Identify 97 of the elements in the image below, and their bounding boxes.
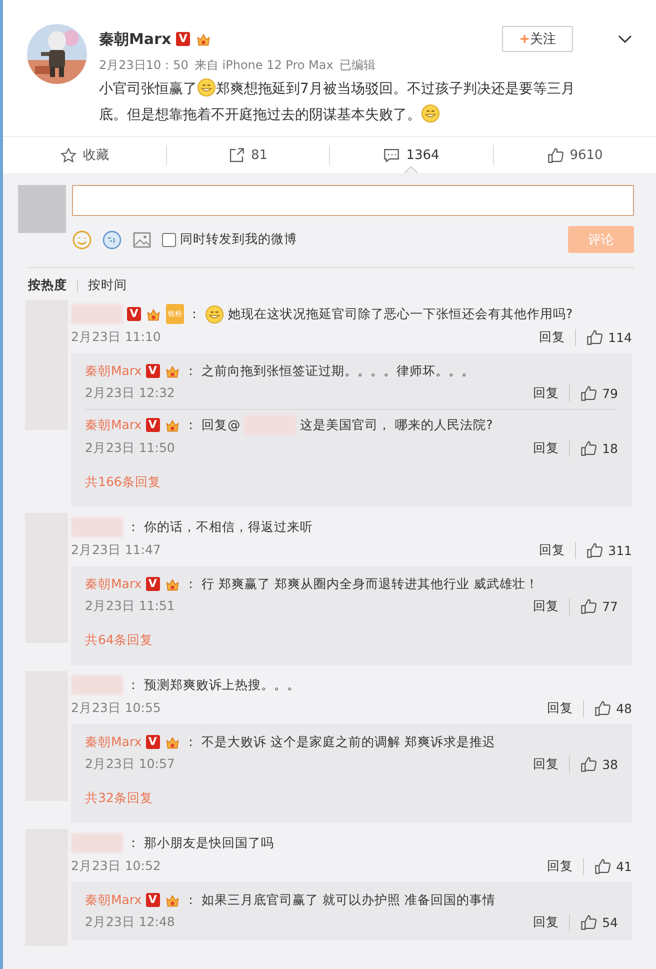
smiley-icon xyxy=(421,104,440,123)
name-separator: ： xyxy=(127,834,140,852)
verified-badge: V xyxy=(146,735,160,749)
fan-badge-icon xyxy=(145,306,162,322)
reply-link[interactable]: 回复 xyxy=(523,914,570,931)
reply-prefix: 回复@ xyxy=(202,416,240,434)
comment-text: 她现在这状况拖延官司除了恶心一下张恒还会有其他作用吗? xyxy=(228,305,573,323)
thumbs-up-icon[interactable] xyxy=(580,914,598,931)
post-time: 2月23日10：50 xyxy=(99,57,188,74)
smiley-icon xyxy=(197,78,216,97)
fan-badge-icon xyxy=(164,418,181,432)
reply-link[interactable]: 回复 xyxy=(537,858,584,875)
name-separator: ： xyxy=(184,575,198,593)
name-separator: ： xyxy=(184,416,198,434)
checkbox[interactable] xyxy=(162,232,176,246)
comment-text: 预测郑爽败诉上热搜。。。 xyxy=(144,676,300,694)
comment-icon xyxy=(383,146,400,164)
comment-input[interactable] xyxy=(72,185,634,216)
star-icon xyxy=(60,146,77,164)
reply-link[interactable]: 回复 xyxy=(523,756,570,773)
like-count: 41 xyxy=(616,859,632,874)
name-separator: ： xyxy=(188,305,201,323)
reply-link[interactable]: 回复 xyxy=(537,700,584,717)
repost-label: 同时转发到我的微博 xyxy=(180,231,297,248)
sort-tab[interactable]: 按时间 xyxy=(88,277,127,294)
post-source: 来自 iPhone 12 Pro Max xyxy=(194,57,334,74)
author-name[interactable]: 秦朝Marx xyxy=(99,30,172,48)
thumbs-up-icon[interactable] xyxy=(580,756,598,773)
name-separator: ： xyxy=(184,891,198,909)
like-count: 38 xyxy=(602,757,618,772)
verified-badge: V xyxy=(146,577,160,591)
like-count: 77 xyxy=(602,599,618,614)
comment-time: 2月23日 11:51 xyxy=(85,598,176,615)
follow-button[interactable]: +关注 xyxy=(502,26,573,52)
fan-badge-icon xyxy=(164,734,181,750)
edited-label: 已编辑 xyxy=(339,57,376,74)
verified-badge: V xyxy=(176,32,190,46)
reply-link[interactable]: 回复 xyxy=(523,598,570,615)
comment-action[interactable]: 1364 xyxy=(330,137,492,173)
comment-text: 你的话，不相信，得返过来听 xyxy=(144,518,313,536)
reply-link[interactable]: 回复 xyxy=(529,329,576,346)
reply-text: 如果三月底官司赢了 就可以办护照 准备回国的事情 xyxy=(202,891,496,909)
like-count: 54 xyxy=(602,915,618,930)
comment-time: 2月23日 10:57 xyxy=(85,756,176,773)
comment-time: 2月23日 10:55 xyxy=(71,700,162,717)
like-count: 311 xyxy=(608,543,632,558)
thumbs-up-icon[interactable] xyxy=(580,385,598,402)
comment-time: 2月23日 11:50 xyxy=(85,440,176,457)
name-separator: ： xyxy=(184,362,198,380)
share-action[interactable]: 81 xyxy=(166,137,329,173)
like-count: 114 xyxy=(608,330,632,345)
image-icon[interactable] xyxy=(132,230,152,250)
fan-badge-icon xyxy=(164,364,181,378)
chevron-down-icon[interactable] xyxy=(618,34,632,44)
fan-badge-icon xyxy=(195,32,212,46)
thumbs-up-icon[interactable] xyxy=(586,329,604,346)
thumbs-up-icon[interactable] xyxy=(594,858,612,875)
comment-text: 那小朋友是快回国了吗 xyxy=(144,834,274,852)
avatar xyxy=(18,185,66,233)
like-action[interactable]: 9610 xyxy=(494,137,656,173)
reply-text: 之前向拖到张恒签证过期。。。。律师坏。。。 xyxy=(202,362,475,380)
share-icon xyxy=(228,146,245,164)
post-text: 小官司张恒赢了 xyxy=(99,80,197,99)
thumbs-up-icon[interactable] xyxy=(580,440,598,457)
thumbs-up-icon[interactable] xyxy=(594,700,612,717)
verified-badge: V xyxy=(146,418,160,432)
verified-badge: V xyxy=(127,307,141,321)
thumbs-up-icon[interactable] xyxy=(580,598,598,615)
gif-icon[interactable] xyxy=(102,230,122,250)
thumbs-up-icon[interactable] xyxy=(586,542,604,559)
comment-time: 2月23日 10:52 xyxy=(71,858,162,875)
comment-time: 2月23日 11:10 xyxy=(71,329,162,346)
reply-text: 这是美国官司， 哪来的人民法院? xyxy=(300,416,493,434)
name-separator: ： xyxy=(127,518,140,536)
like-count: 48 xyxy=(616,701,632,716)
like-count: 18 xyxy=(602,441,618,456)
name-separator: ： xyxy=(127,676,140,694)
reply-text: 不是大败诉 这个是家庭之前的调解 郑爽诉求是推迟 xyxy=(202,733,496,751)
comment-time: 2月23日 11:47 xyxy=(71,542,162,559)
fan-badge-icon xyxy=(164,892,181,908)
verified-badge: V xyxy=(146,893,160,907)
fan-badge-icon xyxy=(164,576,181,592)
comment-time: 2月23日 12:48 xyxy=(85,914,176,931)
reply-link[interactable]: 回复 xyxy=(529,542,576,559)
verified-badge: V xyxy=(146,364,160,378)
post-text: 郑爽想拖延到7月被当场驳回。不过孩子判决还是要等三月 xyxy=(216,80,575,99)
like-count: 79 xyxy=(602,386,618,401)
post-text: 底。但是想靠拖着不开庭拖过去的阴谋基本失败了。 xyxy=(99,106,421,125)
reply-link[interactable]: 回复 xyxy=(523,440,570,457)
reply-link[interactable]: 回复 xyxy=(523,385,570,402)
reply-text: 行 郑爽赢了 郑爽从圈内全身而退转进其他行业 威武雄壮！ xyxy=(202,575,539,593)
selection-pointer xyxy=(404,166,418,173)
favorite-action[interactable]: 收藏 xyxy=(3,137,166,173)
name-separator: ： xyxy=(184,733,198,751)
sort-tab[interactable]: 按热度 xyxy=(28,277,67,294)
thumbs-up-icon xyxy=(546,146,564,164)
comment-time: 2月23日 12:32 xyxy=(85,385,176,402)
